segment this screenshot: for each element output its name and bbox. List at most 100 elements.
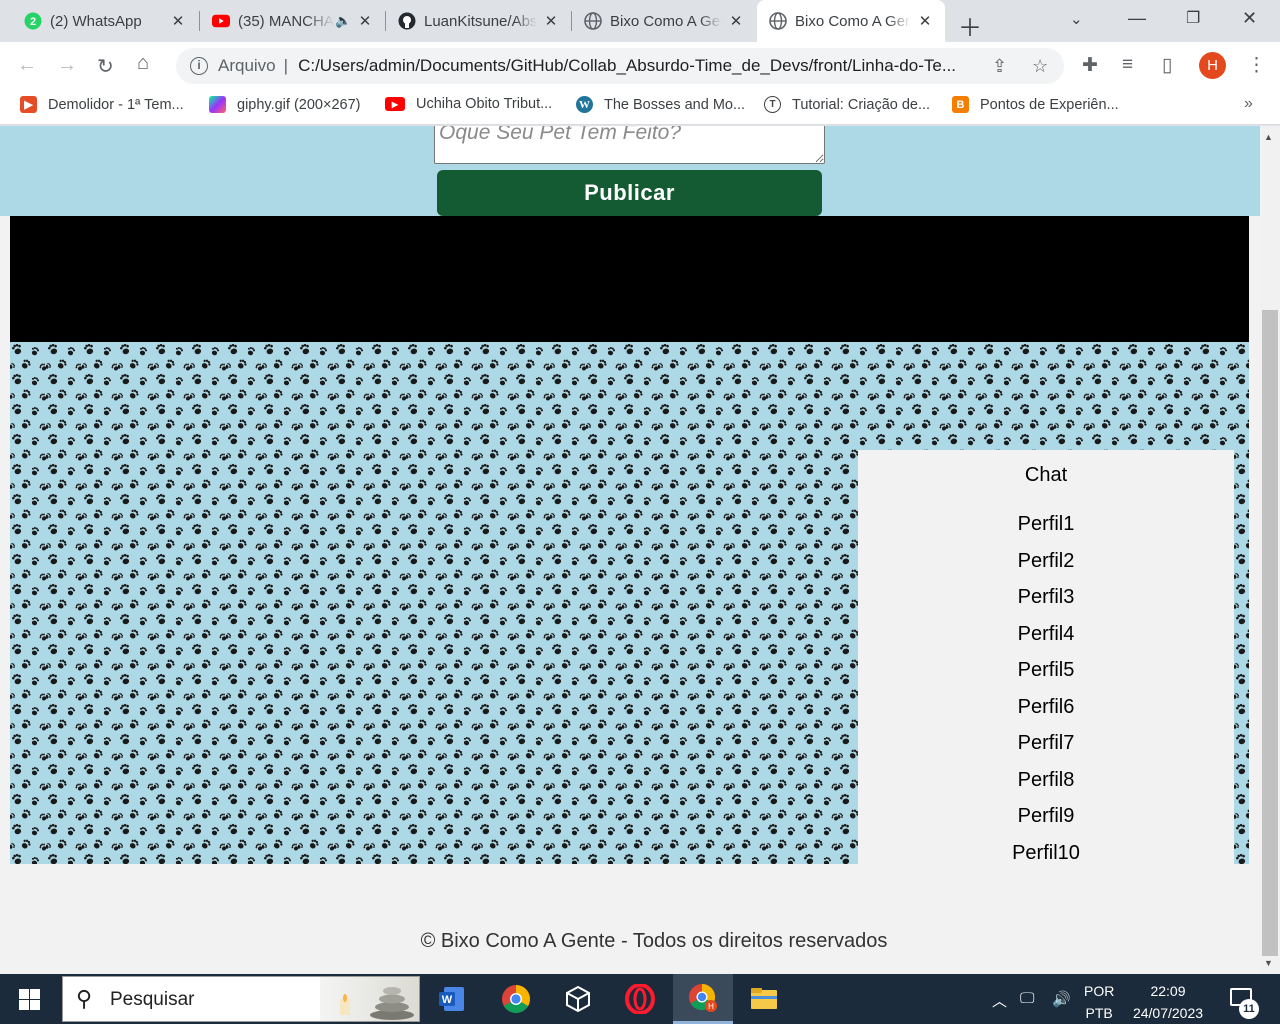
system-clock[interactable]: 22:09 24/07/2023 <box>1128 980 1208 1024</box>
windows-start-icon[interactable] <box>19 989 40 1010</box>
globe-icon <box>769 12 787 30</box>
taskbar-chrome-profile-icon[interactable]: H <box>673 974 733 1024</box>
close-icon[interactable]: ✕ <box>543 12 559 30</box>
chat-profile-item[interactable]: Perfil4 <box>858 622 1234 659</box>
chat-profile-list: Perfil1 Perfil2 Perfil3 Perfil4 Perfil5 … <box>858 512 1234 864</box>
paw-pattern-area: Chat Perfil1 Perfil2 Perfil3 Perfil4 Per… <box>10 342 1249 864</box>
post-composer: Publicar <box>0 126 1260 216</box>
restore-icon[interactable]: ❐ <box>1186 8 1200 28</box>
language-indicator[interactable]: POR PTB <box>1084 980 1114 1024</box>
notification-count-badge: 11 <box>1239 999 1259 1019</box>
address-bar[interactable]: i Arquivo | C:/Users/admin/Documents/Git… <box>176 48 1064 84</box>
chat-profile-item[interactable]: Perfil7 <box>858 731 1234 768</box>
new-tab-icon[interactable]: ＋ <box>958 8 982 43</box>
taskbar-unity-icon[interactable] <box>550 974 606 1024</box>
chat-profile-item[interactable]: Perfil9 <box>858 804 1234 841</box>
black-banner <box>10 216 1249 342</box>
bookmarks-bar: ▶ Demolidor - 1ª Tem... giphy.gif (200×2… <box>0 89 1280 125</box>
forward-icon[interactable]: → <box>57 54 77 77</box>
svg-text:2: 2 <box>30 16 36 28</box>
menu-kebab-icon[interactable]: ⋮ <box>1247 54 1266 77</box>
taskbar-opera-icon[interactable] <box>612 974 668 1024</box>
taskbar-chrome-icon[interactable] <box>488 974 544 1024</box>
post-textarea[interactable] <box>434 126 825 164</box>
home-icon[interactable]: ⌂ <box>137 52 149 75</box>
tutorial-icon: T <box>764 96 781 113</box>
bookmark-item[interactable]: ▶ Demolidor - 1ª Tem... <box>20 96 184 113</box>
extensions-icon[interactable]: ✚ <box>1082 54 1098 77</box>
github-icon <box>398 12 416 30</box>
bookmarks-overflow-icon[interactable]: » <box>1244 95 1253 113</box>
svg-text:W: W <box>442 994 453 1006</box>
wordpress-icon: W <box>576 96 593 113</box>
scroll-up-arrow-icon[interactable]: ▲ <box>1264 132 1273 142</box>
bookmark-label: Demolidor - 1ª Tem... <box>48 96 184 113</box>
youtube-icon: ▶ <box>385 97 405 111</box>
clock-date: 24/07/2023 <box>1132 1005 1204 1021</box>
chat-profile-item[interactable]: Perfil6 <box>858 695 1234 732</box>
back-icon[interactable]: ← <box>17 54 37 77</box>
bookmark-label: Tutorial: Criação de... <box>792 96 931 113</box>
taskbar-file-explorer-icon[interactable] <box>736 974 792 1024</box>
video-icon: ▶ <box>20 96 37 113</box>
close-icon[interactable]: ✕ <box>728 12 744 30</box>
tab-title: (2) WhatsApp <box>50 12 142 30</box>
keyboard-layout: PTB <box>1085 1005 1113 1021</box>
media-control-icon[interactable]: ≡ <box>1122 54 1133 76</box>
close-icon[interactable]: ✕ <box>170 12 186 30</box>
bookmark-item[interactable]: T Tutorial: Criação de... <box>764 96 930 113</box>
taskbar-word-icon[interactable]: W <box>424 974 480 1024</box>
minimize-icon[interactable]: — <box>1128 8 1146 29</box>
tab-youtube[interactable]: (35) MANCHA DO ABSURDO 🔈 ✕ <box>200 0 385 42</box>
speaker-icon[interactable]: 🔈 <box>335 13 351 29</box>
bookmark-item[interactable]: ▶ Uchiha Obito Tribut... <box>385 96 552 112</box>
bookmark-item[interactable]: W The Bosses and Mo... <box>576 96 745 113</box>
chat-profile-item[interactable]: Perfil5 <box>858 658 1234 695</box>
publish-button[interactable]: Publicar <box>437 170 822 216</box>
tab-title: Bixo Como A Gente <box>795 12 911 30</box>
tab-search-chevron-icon[interactable]: ⌄ <box>1070 10 1083 28</box>
bookmark-item[interactable]: B Pontos de Experiên... <box>952 96 1119 113</box>
tray-chevron-up-icon[interactable]: ︿ <box>992 990 1007 1011</box>
volume-icon[interactable]: 🔊 <box>1052 990 1071 1008</box>
info-icon[interactable]: i <box>190 57 208 75</box>
chat-panel: Chat Perfil1 Perfil2 Perfil3 Perfil4 Per… <box>858 450 1234 864</box>
reload-icon[interactable]: ↻ <box>97 54 114 79</box>
tab-title: Bixo Como A Gente <box>610 12 722 30</box>
profile-avatar[interactable]: H <box>1199 52 1226 79</box>
chat-title: Chat <box>1024 464 1068 486</box>
scroll-down-arrow-icon[interactable]: ▼ <box>1264 958 1273 968</box>
side-panel-icon[interactable]: ▯ <box>1162 54 1172 77</box>
copyright-text: © Bixo Como A Gente - Todos os direitos … <box>420 930 888 952</box>
tab-strip: 2 (2) WhatsApp ✕ (35) MANCHA DO ABSURDO … <box>0 0 1280 42</box>
blogger-icon: B <box>952 96 969 113</box>
tab-bixo-1[interactable]: Bixo Como A Gente ✕ <box>572 0 756 42</box>
tab-whatsapp[interactable]: 2 (2) WhatsApp ✕ <box>12 0 198 42</box>
close-icon[interactable]: ✕ <box>917 12 933 30</box>
tab-title: (35) MANCHA DO ABSURDO <box>238 12 335 30</box>
network-icon[interactable]: 🖵 <box>1020 990 1034 1007</box>
tab-bixo-active[interactable]: Bixo Como A Gente ✕ <box>757 0 945 42</box>
page-viewport: Publicar <box>0 126 1260 974</box>
bookmark-label: The Bosses and Mo... <box>604 96 746 113</box>
address-scheme: Arquivo <box>218 56 276 75</box>
taskbar-search-placeholder: Pesquisar <box>110 989 195 1010</box>
share-icon[interactable]: ⇪ <box>992 56 1007 77</box>
image-icon <box>209 96 226 113</box>
page-footer: © Bixo Como A Gente - Todos os direitos … <box>0 864 1260 974</box>
youtube-icon <box>212 12 230 30</box>
scrollbar-thumb[interactable] <box>1262 310 1278 956</box>
chat-profile-item[interactable]: Perfil1 <box>858 512 1234 549</box>
tab-github[interactable]: LuanKitsune/Absurdo ✕ <box>386 0 571 42</box>
chat-profile-item[interactable]: Perfil10 <box>858 841 1234 865</box>
bookmark-item[interactable]: giphy.gif (200×267) <box>209 96 360 113</box>
clock-time: 22:09 <box>1150 983 1186 999</box>
chat-profile-item[interactable]: Perfil2 <box>858 549 1234 586</box>
chat-profile-item[interactable]: Perfil3 <box>858 585 1234 622</box>
window-close-icon[interactable]: ✕ <box>1242 8 1257 29</box>
close-icon[interactable]: ✕ <box>357 12 373 30</box>
bookmark-star-icon[interactable]: ☆ <box>1032 56 1048 77</box>
address-url[interactable]: C:/Users/admin/Documents/GitHub/Collab_A… <box>298 56 978 76</box>
svg-text:H: H <box>708 1002 714 1011</box>
chat-profile-item[interactable]: Perfil8 <box>858 768 1234 805</box>
